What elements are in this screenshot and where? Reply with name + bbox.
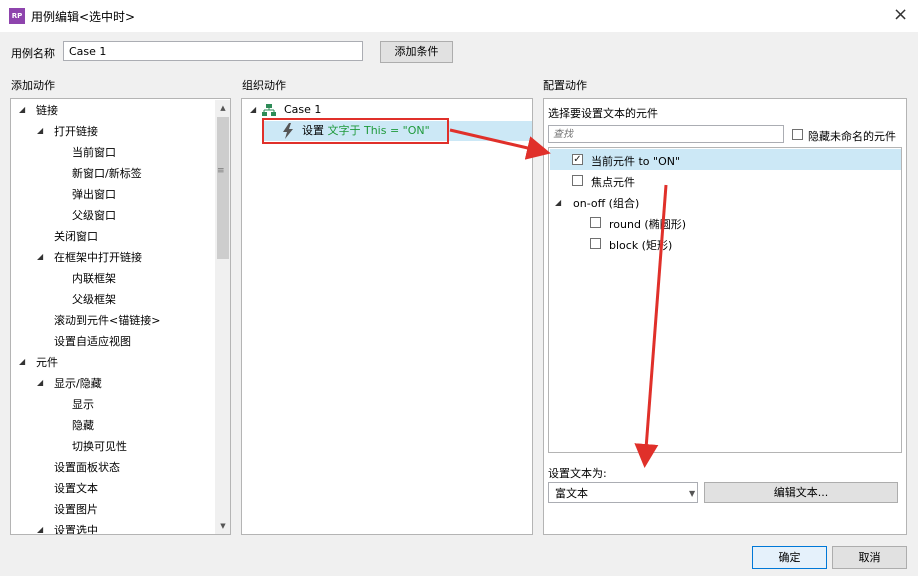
- tree-item-set-adaptive-view[interactable]: 设置自适应视图: [54, 331, 131, 352]
- focus-widget-checkbox[interactable]: [572, 175, 583, 186]
- organize-actions-title: 组织动作: [242, 79, 286, 92]
- case-name-label: 用例名称: [11, 47, 55, 60]
- block-checkbox[interactable]: [590, 238, 601, 249]
- app-logo-icon: RP: [9, 8, 25, 24]
- tree-item-parent-frame[interactable]: 父级框架: [72, 289, 116, 310]
- set-text-label: 设置文本为:: [548, 467, 607, 480]
- title-bar: RP 用例编辑<选中时> ×: [0, 0, 918, 32]
- tree-item-open-in-frame[interactable]: 在框架中打开链接: [54, 247, 142, 268]
- tree-item-parent-window[interactable]: 父级窗口: [72, 205, 116, 226]
- window-title: 用例编辑<选中时>: [31, 10, 136, 24]
- collapse-triangle-icon[interactable]: ◢: [19, 105, 25, 114]
- scroll-grip-icon: ≡: [217, 166, 225, 176]
- select-widget-label: 选择要设置文本的元件: [548, 107, 658, 120]
- current-widget-label: 当前元件 to "ON": [591, 155, 681, 168]
- collapse-triangle-icon[interactable]: ◢: [19, 357, 25, 366]
- organize-actions-tree: ◢ Case 1 设置 文字于 This = "ON": [241, 98, 533, 535]
- configure-actions-title: 配置动作: [543, 79, 587, 92]
- hide-unnamed-label: 隐藏未命名的元件: [808, 130, 896, 143]
- cancel-button[interactable]: 取消: [832, 546, 907, 569]
- edit-text-button[interactable]: 编辑文本...: [704, 482, 898, 503]
- tree-item-set-selected[interactable]: 设置选中: [54, 520, 98, 534]
- add-actions-title: 添加动作: [11, 79, 55, 92]
- tree-item-hide[interactable]: 隐藏: [72, 415, 94, 436]
- add-actions-tree: ◢ 链接 ◢ 打开链接 当前窗口 新窗口/新标签 弹出窗口 父级窗口 关闭窗口 …: [10, 98, 231, 535]
- tree-item-current-window[interactable]: 当前窗口: [72, 142, 116, 163]
- collapse-triangle-icon[interactable]: ◢: [250, 105, 256, 114]
- round-checkbox[interactable]: [590, 217, 601, 228]
- text-type-select[interactable]: 富文本 ▼: [548, 482, 698, 503]
- widget-list: ✓ 当前元件 to "ON" 焦点元件 ◢ on-off (组合) round …: [548, 147, 902, 453]
- tree-item-inline-frame[interactable]: 内联框架: [72, 268, 116, 289]
- scroll-down-arrow-icon[interactable]: ▼: [215, 518, 230, 534]
- search-input[interactable]: [548, 125, 784, 143]
- collapse-triangle-icon[interactable]: ◢: [37, 126, 43, 135]
- tree-item-close-window[interactable]: 关闭窗口: [54, 226, 98, 247]
- ok-button[interactable]: 确定: [752, 546, 827, 569]
- vertical-scrollbar[interactable]: ▲ ≡ ▼: [215, 100, 230, 534]
- case-name-input[interactable]: [63, 41, 363, 61]
- group-on-off-label[interactable]: on-off (组合): [573, 195, 639, 211]
- add-condition-button[interactable]: 添加条件: [380, 41, 453, 63]
- collapse-triangle-icon[interactable]: ◢: [555, 198, 561, 207]
- focus-widget-label: 焦点元件: [591, 176, 635, 189]
- tree-item-set-image[interactable]: 设置图片: [54, 499, 98, 520]
- block-label: block (矩形): [609, 239, 673, 252]
- close-icon[interactable]: ×: [893, 4, 908, 26]
- red-highlight-box: [262, 118, 449, 144]
- scroll-thumb[interactable]: [217, 117, 229, 259]
- scroll-up-arrow-icon[interactable]: ▲: [215, 100, 230, 116]
- configure-actions-panel: 选择要设置文本的元件 隐藏未命名的元件 ✓ 当前元件 to "ON" 焦点元件 …: [543, 98, 907, 535]
- tree-item-links[interactable]: 链接: [36, 100, 58, 121]
- collapse-triangle-icon[interactable]: ◢: [37, 378, 43, 387]
- collapse-triangle-icon[interactable]: ◢: [37, 252, 43, 261]
- tree-item-scroll-to-widget[interactable]: 滚动到元件<锚链接>: [54, 310, 160, 331]
- tree-item-new-window[interactable]: 新窗口/新标签: [72, 163, 142, 184]
- round-label: round (椭圆形): [609, 218, 687, 231]
- tree-item-set-text[interactable]: 设置文本: [54, 478, 98, 499]
- tree-item-set-panel-state[interactable]: 设置面板状态: [54, 457, 120, 478]
- current-widget-checkbox[interactable]: ✓: [572, 154, 583, 165]
- case-node-label[interactable]: Case 1: [284, 99, 321, 120]
- case-node-icon: [262, 104, 276, 116]
- tree-item-toggle-visibility[interactable]: 切换可见性: [72, 436, 127, 457]
- tree-item-show[interactable]: 显示: [72, 394, 94, 415]
- tree-item-popup-window[interactable]: 弹出窗口: [72, 184, 116, 205]
- tree-item-show-hide[interactable]: 显示/隐藏: [54, 373, 102, 394]
- tree-item-widgets[interactable]: 元件: [36, 352, 58, 373]
- chevron-down-icon: ▼: [689, 489, 696, 498]
- collapse-triangle-icon[interactable]: ◢: [37, 525, 43, 534]
- tree-item-open-link[interactable]: 打开链接: [54, 121, 98, 142]
- text-type-value: 富文本: [555, 487, 588, 500]
- hide-unnamed-checkbox[interactable]: [792, 129, 803, 140]
